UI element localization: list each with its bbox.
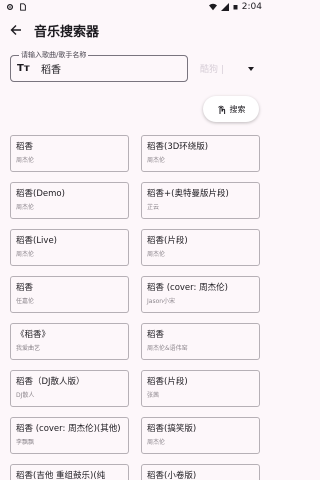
result-title: 稻香(小卷版) [147, 471, 197, 480]
result-artist: 周杰伦 [147, 157, 166, 164]
chevron-down-icon [248, 66, 254, 71]
result-artist: 周杰伦 [16, 204, 35, 211]
result-card[interactable]: 稻香(Demo) 周杰伦 [10, 182, 129, 219]
result-title: 稻香(3D环绕版) [147, 142, 209, 152]
search-button-label: 搜索 [229, 104, 246, 114]
touch-icon [217, 105, 225, 114]
result-card[interactable]: 稻香 任嘉伦 [10, 276, 129, 313]
result-card[interactable]: 稻香(搞笑版) 周杰伦 [141, 417, 260, 454]
result-artist: DJ散人 [16, 392, 35, 399]
search-input[interactable]: 请输入歌曲/歌手名称 Tт 稻香 [10, 50, 188, 82]
result-title: 稻香 (cover: 周杰伦)(其他) [16, 424, 121, 434]
arrow-back-icon [10, 25, 21, 35]
result-card[interactable]: 稻香周杰伦&语伟窑 [141, 323, 260, 360]
result-title: 稻香+(奥特曼版片段) [147, 189, 229, 199]
result-artist: 周杰伦 [147, 251, 166, 258]
result-title: 稻香 [16, 142, 34, 152]
source-dropdown[interactable]: 酷狗 | [196, 55, 260, 82]
wifi-icon [208, 3, 217, 11]
battery-icon [233, 5, 238, 10]
settings-icon [6, 3, 14, 11]
result-card[interactable]: 稻香 周杰伦 [10, 135, 129, 172]
result-title: 稻香(吉他 重组鼓乐)(纯 [16, 471, 106, 480]
result-card[interactable]: 稻香(片段) 周杰伦 [141, 229, 260, 266]
result-title: 稻香(搞笑版) [147, 424, 197, 434]
search-button[interactable]: 搜索 [203, 96, 259, 122]
result-card[interactable]: 《稻香》 我爱曲艺 [10, 323, 129, 360]
result-card[interactable]: 稻香 (cover: 周杰伦)(其他) 李飘飘 [10, 417, 129, 454]
status-bar: 2:04 [0, 0, 270, 14]
result-artist: 周杰伦&语伟窑 [147, 345, 188, 352]
result-card[interactable]: 稻香 (cover: 周杰伦) Jason小宋 [141, 276, 260, 313]
result-title: 稻香(Demo) [16, 189, 65, 199]
result-artist: 任嘉伦 [16, 298, 35, 305]
result-card[interactable]: 稻香(Live) 周杰伦 [10, 229, 129, 266]
source-dropdown-value: 酷狗 | [200, 65, 224, 75]
result-artist: 李飘飘 [16, 439, 35, 446]
result-artist: Jason小宋 [147, 298, 176, 305]
result-artist: 周杰伦 [16, 157, 35, 164]
result-title: 《稻香》 [16, 330, 51, 340]
page-title: 音乐搜索器 [34, 24, 100, 40]
result-title: 稻香 (cover: 周杰伦) [147, 283, 228, 293]
status-time: 2:04 [241, 2, 262, 12]
result-title: 稻香 [147, 330, 165, 340]
text-format-icon: Tт [17, 63, 30, 74]
result-title: 稻香 [16, 283, 34, 293]
result-card[interactable]: 稻香(吉他 重组鼓乐)(纯 [10, 464, 129, 480]
result-card[interactable]: 稻香(片段) 张茜 [141, 370, 260, 407]
search-row: 请输入歌曲/歌手名称 Tт 稻香 酷狗 | [10, 50, 260, 82]
result-title: 稻香(片段) [147, 236, 188, 246]
result-title: 稻香(Live) [16, 236, 57, 246]
result-title: 稻香(片段) [147, 377, 188, 387]
result-artist: 周杰伦 [16, 251, 35, 258]
result-artist: 周杰伦 [147, 439, 166, 446]
result-artist: 芷云 [147, 204, 160, 211]
signal-icon [220, 3, 229, 11]
result-card[interactable]: 稻香(3D环绕版) 周杰伦 [141, 135, 260, 172]
app-bar: 音乐搜索器 [0, 14, 270, 46]
result-artist: 张茜 [147, 392, 160, 399]
result-title: 稻香（DJ散人版） [16, 377, 85, 387]
result-card[interactable]: 稻香+(奥特曼版片段) 芷云 [141, 182, 260, 219]
search-input-label: 请输入歌曲/歌手名称 [19, 50, 89, 60]
sim-card-icon [20, 3, 26, 11]
back-button[interactable] [0, 14, 32, 46]
search-input-value[interactable]: 稻香 [41, 61, 61, 76]
result-card[interactable]: 稻香(小卷版) [141, 464, 260, 480]
result-card[interactable]: 稻香（DJ散人版） DJ散人 [10, 370, 129, 407]
result-artist: 我爱曲艺 [16, 345, 41, 352]
